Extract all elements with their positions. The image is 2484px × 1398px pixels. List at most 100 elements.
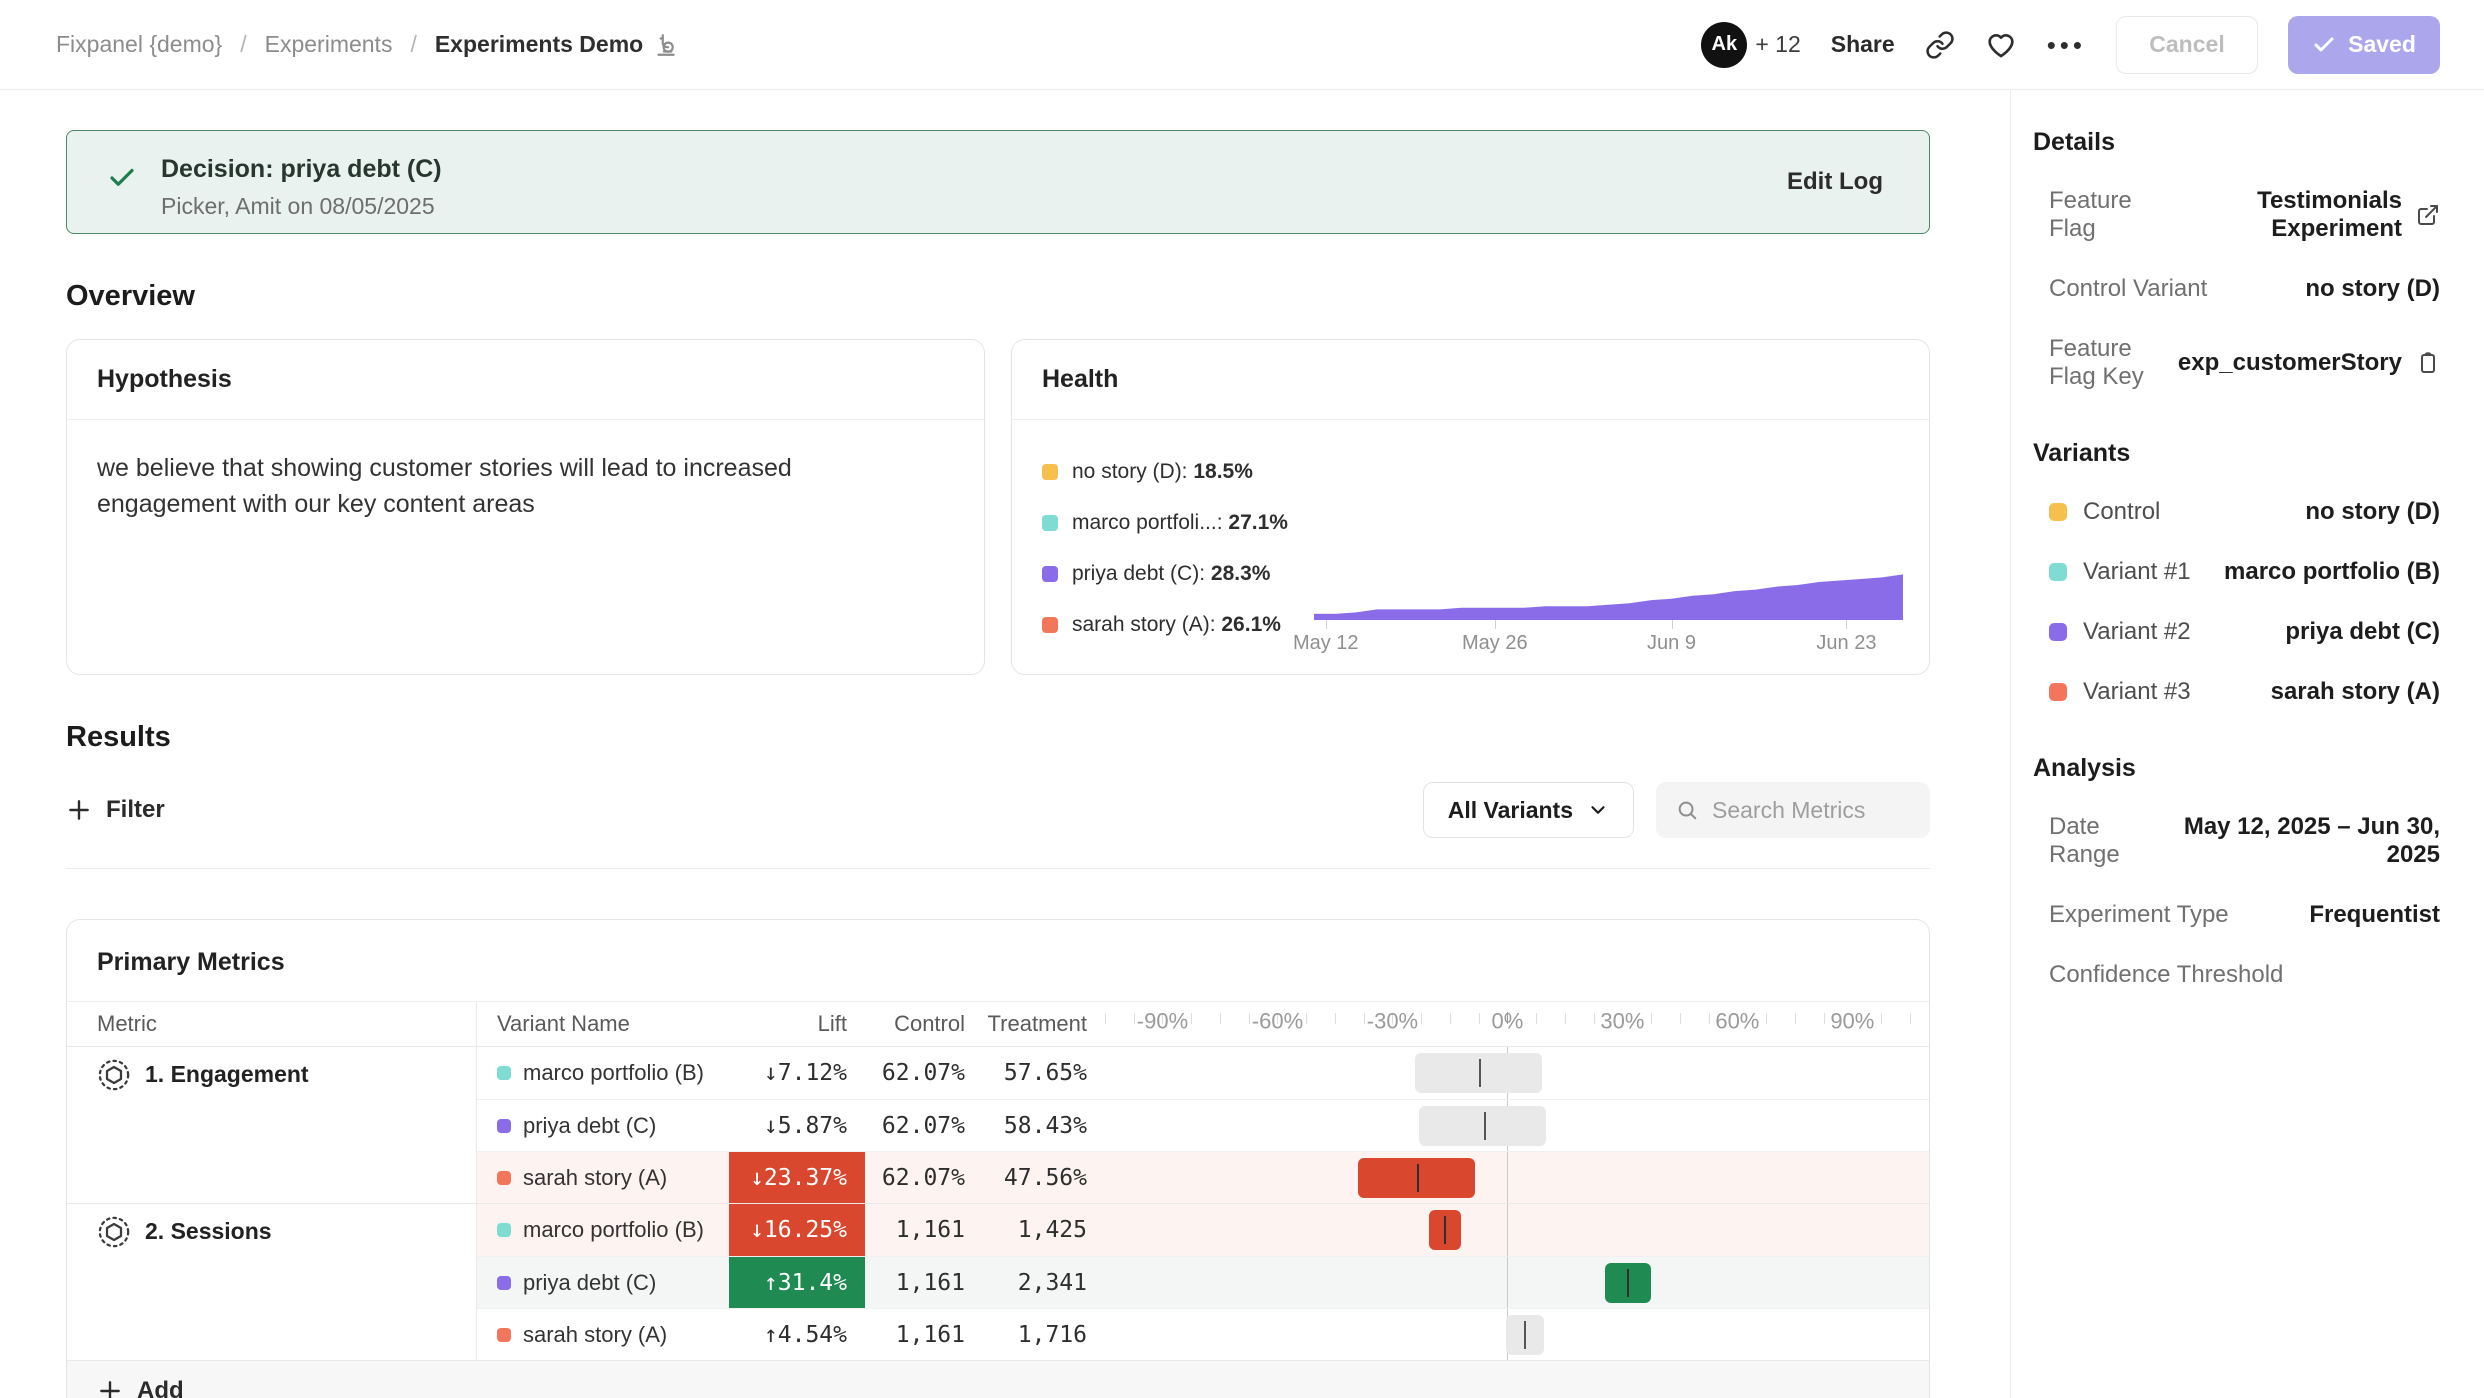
table-row[interactable]: sarah story (A)↑4.54%1,1611,716 xyxy=(477,1308,1929,1360)
top-actions: Ak + 12 Share ••• Cancel Saved xyxy=(1701,16,2440,74)
control-value: 62.07% xyxy=(865,1100,983,1151)
confidence-interval-midpoint xyxy=(1627,1269,1629,1297)
legend-value: 28.3% xyxy=(1211,562,1271,585)
x-axis-tick xyxy=(1326,620,1327,629)
health-legend-item: no story (D): 18.5% xyxy=(1042,460,1314,484)
variant-color-swatch xyxy=(2049,503,2067,521)
results-heading: Results xyxy=(66,721,1930,754)
hypothesis-card-title: Hypothesis xyxy=(67,340,984,420)
legend-swatch xyxy=(1042,566,1058,582)
ci-minor-tick xyxy=(1479,1013,1480,1024)
details-heading: Details xyxy=(2033,128,2440,157)
feature-flag-key-row: Feature Flag Key exp_customerStory xyxy=(2049,335,2440,391)
variant-row: Variant #3 sarah story (A) xyxy=(2049,678,2440,706)
ci-minor-tick xyxy=(1421,1013,1422,1024)
variant-color-dot xyxy=(497,1276,511,1290)
lift-value: ↓7.12% xyxy=(729,1047,865,1099)
metric-name: 2. Sessions xyxy=(145,1218,272,1245)
feature-flag-label: Feature Flag xyxy=(2049,187,2166,243)
avatar[interactable]: Ak xyxy=(1701,22,1747,68)
col-header-control: Control xyxy=(865,1011,983,1037)
decision-banner: Decision: priya debt (C) Picker, Amit on… xyxy=(66,130,1930,234)
date-range-label: Date Range xyxy=(2049,813,2162,869)
legend-value: 27.1% xyxy=(1228,511,1288,534)
variant-name: sarah story (A) xyxy=(523,1165,667,1191)
metric-name: 1. Engagement xyxy=(145,1061,309,1088)
table-row[interactable]: priya debt (C)↓5.87%62.07%58.43% xyxy=(477,1099,1929,1151)
saved-button[interactable]: Saved xyxy=(2288,16,2440,74)
zero-baseline xyxy=(1507,1152,1508,1203)
add-filter-button[interactable]: Filter xyxy=(66,796,165,824)
control-variant-label: Control Variant xyxy=(2049,275,2207,303)
table-row[interactable]: sarah story (A)↓23.37%62.07%47.56% xyxy=(477,1151,1929,1203)
cancel-button[interactable]: Cancel xyxy=(2116,16,2258,74)
confidence-interval-cell xyxy=(1105,1152,1929,1203)
collaborators[interactable]: Ak + 12 xyxy=(1701,22,1800,68)
add-metric-button[interactable]: Add xyxy=(67,1360,1929,1398)
variant-color-dot xyxy=(497,1066,511,1080)
confidence-interval-cell xyxy=(1105,1100,1929,1151)
variants-list: Controlno story (D)Variant #1marco portf… xyxy=(2033,498,2440,706)
search-metrics-box[interactable] xyxy=(1656,782,1930,838)
breadcrumb-experiments[interactable]: Experiments xyxy=(265,31,393,58)
variant-name-cell: marco portfolio (B) xyxy=(477,1204,729,1256)
external-link-icon[interactable] xyxy=(2416,203,2440,227)
confidence-interval-midpoint xyxy=(1479,1059,1481,1087)
microscope-icon xyxy=(653,32,679,58)
metric-group-rows: marco portfolio (B)↓7.12%62.07%57.65%pri… xyxy=(477,1047,1929,1203)
confidence-interval-cell xyxy=(1105,1309,1929,1360)
all-variants-dropdown[interactable]: All Variants xyxy=(1423,782,1634,838)
search-icon xyxy=(1676,797,1698,823)
feature-flag-value[interactable]: Testimonials Experiment xyxy=(2166,187,2402,243)
metric-goal-icon xyxy=(97,1058,131,1092)
table-header: Metric Variant Name Lift Control Treatme… xyxy=(67,1002,1929,1046)
variant-row-label: Variant #3 xyxy=(2049,678,2191,706)
area-series-priya-debt-c- xyxy=(1314,574,1903,620)
variant-name: priya debt (C) xyxy=(523,1270,656,1296)
table-body: 1. Engagementmarco portfolio (B)↓7.12%62… xyxy=(67,1046,1929,1360)
favorite-heart-icon[interactable] xyxy=(1985,29,2017,61)
copy-link-icon[interactable] xyxy=(1925,30,1955,60)
chevron-down-icon xyxy=(1587,799,1609,821)
ci-minor-tick xyxy=(1910,1013,1911,1024)
share-button[interactable]: Share xyxy=(1831,31,1895,58)
col-header-metric: Metric xyxy=(67,1002,477,1046)
legend-value: 26.1% xyxy=(1221,613,1281,636)
variant-color-swatch xyxy=(2049,563,2067,581)
x-axis-label: May 26 xyxy=(1462,632,1528,655)
analysis-heading: Analysis xyxy=(2033,754,2440,783)
collaborators-count: + 12 xyxy=(1755,31,1800,58)
ci-axis-label: -30% xyxy=(1367,1008,1418,1034)
confidence-interval-midpoint xyxy=(1484,1112,1486,1140)
table-row[interactable]: priya debt (C) ↑31.4%1,1612,341 xyxy=(477,1256,1929,1308)
ci-minor-tick xyxy=(1536,1013,1537,1024)
search-metrics-input[interactable] xyxy=(1712,797,1910,824)
variant-row: Controlno story (D) xyxy=(2049,498,2440,526)
legend-label: sarah story (A): 26.1% xyxy=(1072,613,1281,637)
confidence-interval-cell xyxy=(1105,1047,1929,1099)
x-axis-tick xyxy=(1495,620,1496,629)
decision-title: Decision: priya debt (C) xyxy=(161,155,1729,184)
more-menu-icon[interactable]: ••• xyxy=(2047,32,2086,58)
ci-minor-tick xyxy=(1306,1013,1307,1024)
lift-value: ↑31.4% xyxy=(729,1257,865,1308)
metric-group: 2. Sessions marco portfolio (B)↓16.25%1,1… xyxy=(67,1203,1929,1360)
primary-metrics-card: Primary Metrics Metric Variant Name Lift… xyxy=(66,919,1930,1398)
x-axis-label: Jun 9 xyxy=(1647,632,1696,655)
variant-label: Variant #1 xyxy=(2083,558,2191,586)
breadcrumb-separator: / xyxy=(410,31,416,58)
table-row[interactable]: marco portfolio (B)↓7.12%62.07%57.65% xyxy=(477,1047,1929,1099)
control-value: 62.07% xyxy=(865,1152,983,1203)
breadcrumb-project[interactable]: Fixpanel {demo} xyxy=(56,31,222,58)
table-row[interactable]: marco portfolio (B)↓16.25%1,1611,425 xyxy=(477,1204,1929,1256)
ci-minor-tick xyxy=(1680,1013,1681,1024)
variant-value: sarah story (A) xyxy=(2271,678,2440,706)
confidence-interval-cell xyxy=(1105,1204,1929,1256)
copy-clipboard-icon[interactable] xyxy=(2416,351,2440,375)
control-value: 1,161 xyxy=(865,1257,983,1308)
edit-log-button[interactable]: Edit Log xyxy=(1787,168,1883,196)
ci-axis-label: 30% xyxy=(1600,1008,1644,1034)
treatment-value: 2,341 xyxy=(983,1257,1105,1308)
decision-check-icon xyxy=(107,163,137,198)
health-x-axis: May 12May 26Jun 9Jun 23 xyxy=(1314,620,1903,660)
